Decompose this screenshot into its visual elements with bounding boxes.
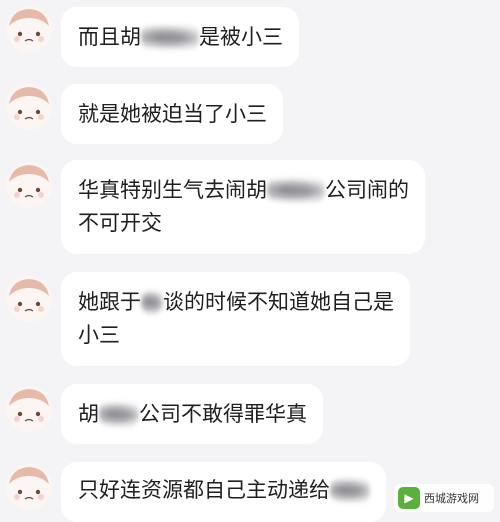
cartoon-face-icon xyxy=(6,6,52,52)
message-text: 华真特别生气去闹胡 xyxy=(78,178,267,202)
blurred-name xyxy=(330,477,370,503)
avatar[interactable] xyxy=(6,276,52,322)
message-bubble[interactable]: 她跟于 谈的时候不知道她自己是小三 xyxy=(61,272,410,366)
message-bubble[interactable]: 胡 公司不敢得罪华真 xyxy=(61,384,323,444)
watermark-text: 西城游戏网 xyxy=(424,492,479,505)
message-text: 小三 xyxy=(78,323,120,347)
message-text: 不可开交 xyxy=(78,211,162,235)
message-text: 公司不敢得罪华真 xyxy=(139,402,307,426)
avatar[interactable] xyxy=(6,84,52,130)
avatar[interactable] xyxy=(6,386,52,432)
message-text: 谈的时候不知道她自己是 xyxy=(163,290,394,314)
cartoon-face-icon xyxy=(6,386,52,432)
message-bubble[interactable]: 华真特别生气去闹胡 公司闹的不可开交 xyxy=(61,160,425,254)
game-logo-icon: ▶ xyxy=(398,487,420,509)
blurred-name xyxy=(141,24,199,50)
watermark: ▶ 西城游戏网 xyxy=(394,484,494,512)
cartoon-face-icon xyxy=(6,84,52,130)
cartoon-face-icon xyxy=(6,464,52,510)
avatar[interactable] xyxy=(6,464,52,510)
message-text: 只好连资源都自己主动递给 xyxy=(78,478,330,502)
blurred-name xyxy=(99,401,139,427)
message-text: 公司闹的 xyxy=(325,178,409,202)
message-text: 就是她被迫当了小三 xyxy=(78,102,267,126)
cartoon-face-icon xyxy=(6,162,52,208)
message-bubble[interactable]: 只好连资源都自己主动递给 xyxy=(61,462,386,522)
blurred-name xyxy=(267,177,325,203)
blurred-name xyxy=(141,289,163,315)
message-text: 胡 xyxy=(78,402,99,426)
chat-thread: 而且胡 是被小三 就是她被迫当了小三 华真特别生气去闹胡 公司闹的 不可开交 她… xyxy=(0,0,500,522)
message-text: 是被小三 xyxy=(199,25,283,49)
cartoon-face-icon xyxy=(6,276,52,322)
message-text: 她跟于 xyxy=(78,290,141,314)
message-bubble[interactable]: 就是她被迫当了小三 xyxy=(61,84,283,144)
avatar[interactable] xyxy=(6,6,52,52)
message-bubble[interactable]: 而且胡 是被小三 xyxy=(61,7,299,67)
message-text: 而且胡 xyxy=(78,25,141,49)
avatar[interactable] xyxy=(6,162,52,208)
